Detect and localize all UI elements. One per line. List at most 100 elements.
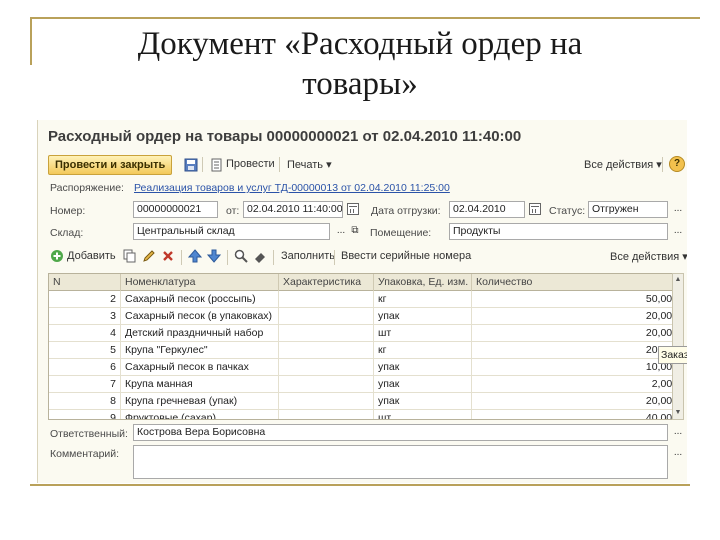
cell-n: 9 (49, 410, 121, 419)
all-actions-button[interactable]: Все действия ▾ (584, 158, 662, 171)
print-menu-button[interactable]: Печать ▾ (287, 158, 332, 171)
main-toolbar: Провести и закрыть Провести Печать ▾ Все… (38, 154, 687, 176)
scroll-down-icon[interactable]: ▼ (673, 408, 683, 418)
more-icon[interactable]: ... (671, 447, 685, 461)
cell-unit: упак (374, 393, 472, 410)
post-button[interactable]: Провести (226, 158, 275, 170)
slide-title: Документ «Расходный ордер на товары» (40, 24, 680, 104)
table-row[interactable]: 2 Сахарный песок (россыпь) кг 50,000 (49, 291, 681, 308)
date-field[interactable]: 02.04.2010 11:40:00 (243, 201, 343, 218)
cell-unit: шт (374, 325, 472, 342)
toolbar-separator (334, 250, 335, 265)
column-header-unit[interactable]: Упаковка, Ед. изм. (374, 274, 472, 291)
cell-unit: кг (374, 342, 472, 359)
cell-characteristic (279, 359, 374, 376)
window-title: Расходный ордер на товары 00000000021 от… (48, 128, 522, 145)
cell-n: 2 (49, 291, 121, 308)
warehouse-field[interactable]: Центральный склад (133, 223, 330, 240)
cell-n: 5 (49, 342, 121, 359)
column-header-quantity[interactable]: Количество (472, 274, 681, 291)
move-up-icon[interactable] (188, 249, 202, 263)
comment-label: Комментарий: (50, 448, 120, 460)
cell-quantity: 40,000 (472, 410, 681, 419)
cell-item: Крупа "Геркулес" (121, 342, 279, 359)
status-label: Статус: (549, 205, 586, 217)
shipdate-label: Дата отгрузки: (371, 205, 441, 217)
cell-quantity: 20,000 (472, 325, 681, 342)
table-all-actions-button[interactable]: Все действия ▾ (610, 250, 687, 263)
cell-characteristic (279, 325, 374, 342)
table-row[interactable]: 3 Сахарный песок (в упаковках) упак 20,000 (49, 308, 681, 325)
more-icon[interactable]: ... (671, 203, 685, 217)
cell-n: 4 (49, 325, 121, 342)
open-icon[interactable]: ⧉ (348, 225, 362, 239)
number-field[interactable]: 00000000021 (133, 201, 218, 218)
cell-item: Крупа манная (121, 376, 279, 393)
order-link[interactable]: Реализация товаров и услуг ТД-00000013 о… (134, 182, 450, 194)
toolbar-separator (662, 157, 663, 172)
cell-characteristic (279, 342, 374, 359)
cell-n: 7 (49, 376, 121, 393)
clear-search-icon[interactable] (253, 249, 267, 263)
column-header-item[interactable]: Номенклатура (121, 274, 279, 291)
edit-row-icon[interactable] (142, 249, 156, 263)
cell-characteristic (279, 393, 374, 410)
fill-button[interactable]: Заполнить (281, 250, 335, 262)
cell-n: 6 (49, 359, 121, 376)
save-icon[interactable] (184, 158, 198, 172)
cell-item: Фруктовые (сахар) (121, 410, 279, 419)
column-header-characteristic[interactable]: Характеристика (279, 274, 374, 291)
table-row[interactable]: 8 Крупа гречневая (упак) упак 20,000 (49, 393, 681, 410)
toolbar-separator (273, 250, 274, 265)
goods-table: N Номенклатура Характеристика Упаковка, … (48, 273, 682, 420)
responsible-field[interactable]: Кострова Вера Борисовна (133, 424, 668, 441)
cell-quantity: 20,000 (472, 308, 681, 325)
room-field[interactable]: Продукты (449, 223, 668, 240)
warehouse-label: Склад: (50, 227, 84, 239)
move-down-icon[interactable] (207, 249, 221, 263)
status-field[interactable]: Отгружен (588, 201, 668, 218)
cell-quantity: 50,000 (472, 291, 681, 308)
slide-title-line-1: Документ «Расходный ордер на (137, 26, 583, 62)
table-row[interactable]: 9 Фруктовые (сахар) шт 40,000 (49, 410, 681, 419)
delete-row-icon[interactable] (161, 249, 175, 263)
post-and-close-button[interactable]: Провести и закрыть (48, 155, 173, 175)
post-document-icon (211, 158, 222, 172)
table-row[interactable]: 4 Детский праздничный набор шт 20,000 (49, 325, 681, 342)
more-icon[interactable]: ... (671, 225, 685, 239)
calendar-icon[interactable] (347, 203, 359, 215)
comment-field[interactable] (133, 445, 668, 479)
slide-border-bottom (30, 484, 690, 486)
toolbar-separator (202, 157, 203, 172)
calendar-icon[interactable] (529, 203, 541, 215)
cell-unit: шт (374, 410, 472, 419)
shipdate-field[interactable]: 02.04.2010 (449, 201, 525, 218)
scroll-up-icon[interactable]: ▲ (673, 275, 683, 285)
cell-item: Крупа гречневая (упак) (121, 393, 279, 410)
table-row[interactable]: 5Крупа "Геркулес" кг20,000 (49, 342, 681, 359)
slide-border-top (30, 17, 700, 19)
cell-characteristic (279, 410, 374, 419)
cell-quantity: 20,000 (472, 342, 681, 359)
cell-quantity: 2,000 (472, 376, 681, 393)
cell-n: 3 (49, 308, 121, 325)
toolbar-separator (279, 157, 280, 172)
more-icon[interactable]: ... (671, 426, 685, 440)
add-row-button[interactable]: Добавить (67, 250, 116, 262)
date-label: от: (226, 205, 240, 217)
add-icon (51, 250, 63, 262)
tooltip: Заказ (658, 346, 687, 364)
cell-item: Сахарный песок в пачках (121, 359, 279, 376)
cell-item: Сахарный песок (в упаковках) (121, 308, 279, 325)
cell-characteristic (279, 376, 374, 393)
column-header-n[interactable]: N (49, 274, 121, 291)
more-icon[interactable]: ... (334, 225, 348, 239)
table-row[interactable]: 7 Крупа манная упак 2,000 (49, 376, 681, 393)
table-row[interactable]: 6 Сахарный песок в пачках упак 10,000 (49, 359, 681, 376)
serial-numbers-button[interactable]: Ввести серийные номера (341, 250, 471, 262)
copy-row-icon[interactable] (123, 249, 137, 263)
table-header: N Номенклатура Характеристика Упаковка, … (49, 274, 681, 291)
help-button[interactable]: ? (669, 156, 685, 172)
toolbar-separator (181, 250, 182, 265)
search-icon[interactable] (234, 249, 248, 263)
